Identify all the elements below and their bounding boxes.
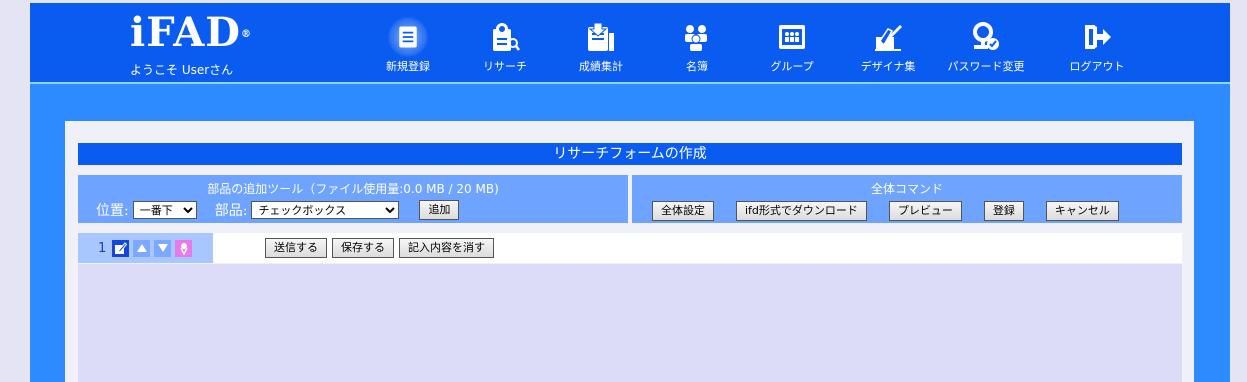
nav-grade-tally[interactable]: 成績集計 <box>556 21 646 74</box>
password-key-icon <box>973 22 999 50</box>
nav-label: デザイナ集 <box>860 60 916 73</box>
form-item-row: 1 送信する 保存する 記入内容を消す <box>78 233 1182 263</box>
position-label: 位置: <box>96 203 129 219</box>
nav-designer-collection[interactable]: デザイナ集 <box>843 21 933 74</box>
add-part-button[interactable]: 追加 <box>419 200 460 220</box>
save-button[interactable]: 保存する <box>332 238 394 258</box>
download-ifd-button[interactable]: ifd形式でダウンロード <box>736 201 867 221</box>
nav-group[interactable]: グループ <box>747 21 837 74</box>
nav-new-registration[interactable]: 新規登録 <box>363 17 453 74</box>
clear-entries-button[interactable]: 記入内容を消す <box>399 238 494 258</box>
nav-label: グループ <box>770 60 814 73</box>
nav-label: パスワード変更 <box>947 60 1025 73</box>
item-controls: 1 <box>78 233 213 263</box>
global-settings-button[interactable]: 全体設定 <box>652 201 714 221</box>
nav-roster[interactable]: 名簿 <box>652 21 742 74</box>
nav-label: 新規登録 <box>386 60 430 73</box>
nav-password-change[interactable]: パスワード変更 <box>941 21 1031 74</box>
item-number: 1 <box>98 240 107 256</box>
logout-icon <box>1085 25 1111 49</box>
nav-label: 成績集計 <box>579 60 623 73</box>
nav-logout[interactable]: ログアウト <box>1052 21 1142 74</box>
nav-label: リサーチ <box>483 60 527 73</box>
download-tally-icon <box>588 22 614 51</box>
welcome-text: ようこそ Userさん <box>130 63 234 77</box>
people-roster-icon <box>685 25 707 51</box>
ifad-logo[interactable]: iFAD® <box>130 13 252 53</box>
edit-item-icon[interactable] <box>112 239 130 257</box>
submit-button[interactable]: 送信する <box>265 238 327 258</box>
part-select[interactable]: チェックボックス <box>251 201 400 219</box>
nav-research[interactable]: リサーチ <box>460 21 550 74</box>
delete-item-icon[interactable] <box>175 239 193 257</box>
designer-pen-icon <box>875 25 902 51</box>
move-down-icon[interactable] <box>154 239 172 257</box>
part-label: 部品: <box>214 203 248 219</box>
preview-button[interactable]: プレビュー <box>888 201 962 221</box>
global-commands: 全体コマンド 全体設定 ifd形式でダウンロード プレビュー 登録 キャンセル <box>632 175 1182 223</box>
cancel-button[interactable]: キャンセル <box>1045 201 1119 221</box>
document-icon <box>399 26 417 48</box>
form-canvas <box>78 264 1182 382</box>
research-icon <box>493 23 520 51</box>
nav-label: ログアウト <box>1069 60 1125 73</box>
parts-add-tool: 部品の追加ツール（ファイル使用量:0.0 MB / 20 MB) 位置: 一番下… <box>78 175 628 223</box>
page-title: リサーチフォームの作成 <box>78 143 1182 165</box>
nav-label: 名簿 <box>686 60 708 73</box>
parts-tool-title: 部品の追加ツール（ファイル使用量:0.0 MB / 20 MB) <box>207 182 499 196</box>
position-select[interactable]: 一番下 <box>132 201 197 219</box>
move-up-icon[interactable] <box>133 239 151 257</box>
global-commands-title: 全体コマンド <box>870 182 943 196</box>
group-icon <box>779 25 805 49</box>
app-header: iFAD® ようこそ Userさん 新規登録 リサーチ 成績集計 名簿 グループ… <box>30 3 1230 85</box>
register-button[interactable]: 登録 <box>983 201 1024 221</box>
